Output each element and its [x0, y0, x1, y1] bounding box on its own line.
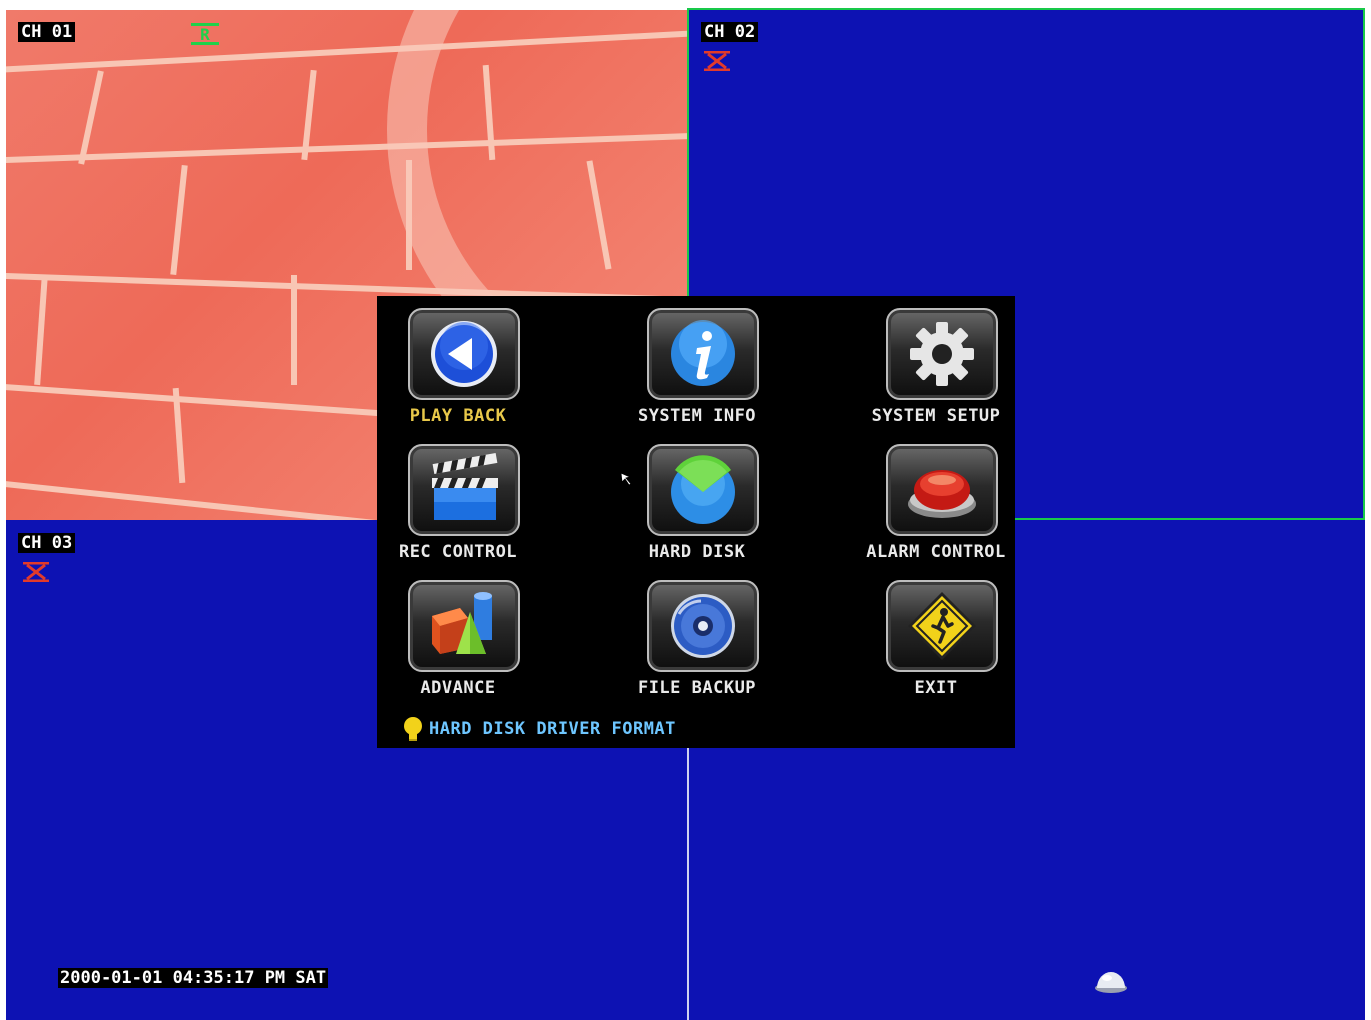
record-status-icon: R — [191, 23, 219, 45]
menu-hint: HARD DISK DRIVER FORMAT — [403, 716, 676, 742]
dome-camera-icon — [1095, 972, 1127, 993]
no-signal-icon — [23, 562, 49, 582]
menu-label-system-setup: SYSTEM SETUP — [871, 406, 1001, 426]
menu-item-file-backup[interactable]: FILE BACKUP — [622, 574, 772, 704]
dvd-icon — [671, 594, 735, 658]
menu-label-alarm-control: ALARM CONTROL — [866, 542, 1006, 562]
info-icon — [671, 320, 735, 386]
menu-item-exit[interactable]: EXIT — [861, 574, 1011, 704]
menu-label-exit: EXIT — [914, 678, 958, 698]
gear-icon-frame — [886, 308, 998, 400]
menu-label-rec-control: REC CONTROL — [398, 542, 518, 562]
lightbulb-icon — [404, 717, 422, 741]
mouse-cursor-icon — [620, 472, 632, 486]
menu-item-advance[interactable]: ADVANCE — [383, 574, 533, 704]
no-signal-icon — [704, 51, 730, 71]
menu-item-hard-disk[interactable]: HARD DISK — [622, 438, 772, 568]
gear-icon — [910, 322, 974, 386]
clapperboard-icon — [432, 453, 498, 520]
dvd-icon-frame — [647, 580, 759, 672]
menu-label-hard-disk: HARD DISK — [648, 542, 746, 562]
alarm-button-icon-frame — [886, 444, 998, 536]
svg-text:R: R — [200, 25, 210, 44]
menu-label-playback: PLAY BACK — [409, 406, 507, 426]
menu-hint-text: HARD DISK DRIVER FORMAT — [429, 719, 676, 739]
exit-sign-icon — [908, 592, 976, 660]
menu-item-rec-control[interactable]: REC CONTROL — [383, 438, 533, 568]
exit-sign-icon-frame — [886, 580, 998, 672]
menu-item-playback[interactable]: PLAY BACK — [383, 302, 533, 432]
channel-1-label: CH 01 — [18, 22, 76, 42]
channel-2-label: CH 02 — [701, 22, 759, 42]
menu-label-system-info: SYSTEM INFO — [637, 406, 757, 426]
alarm-button-icon — [908, 470, 976, 518]
playback-icon — [431, 321, 497, 387]
main-menu: PLAY BACK SYSTEM INFO SYSTEM SETUP REC C… — [377, 296, 1015, 748]
channel-3-label: CH 03 — [18, 533, 76, 553]
shapes-icon-frame — [408, 580, 520, 672]
info-icon-frame — [647, 308, 759, 400]
hard-disk-icon — [671, 455, 735, 524]
menu-label-advance: ADVANCE — [420, 678, 496, 698]
shapes-icon — [432, 592, 492, 654]
datetime-display: 2000-01-01 04:35:17 PM SAT — [58, 968, 329, 988]
clapperboard-icon-frame — [408, 444, 520, 536]
hard-disk-icon-frame — [647, 444, 759, 536]
menu-item-system-setup[interactable]: SYSTEM SETUP — [861, 302, 1011, 432]
menu-item-alarm-control[interactable]: ALARM CONTROL — [861, 438, 1011, 568]
playback-icon-frame — [408, 308, 520, 400]
menu-item-system-info[interactable]: SYSTEM INFO — [622, 302, 772, 432]
menu-label-file-backup: FILE BACKUP — [637, 678, 757, 698]
